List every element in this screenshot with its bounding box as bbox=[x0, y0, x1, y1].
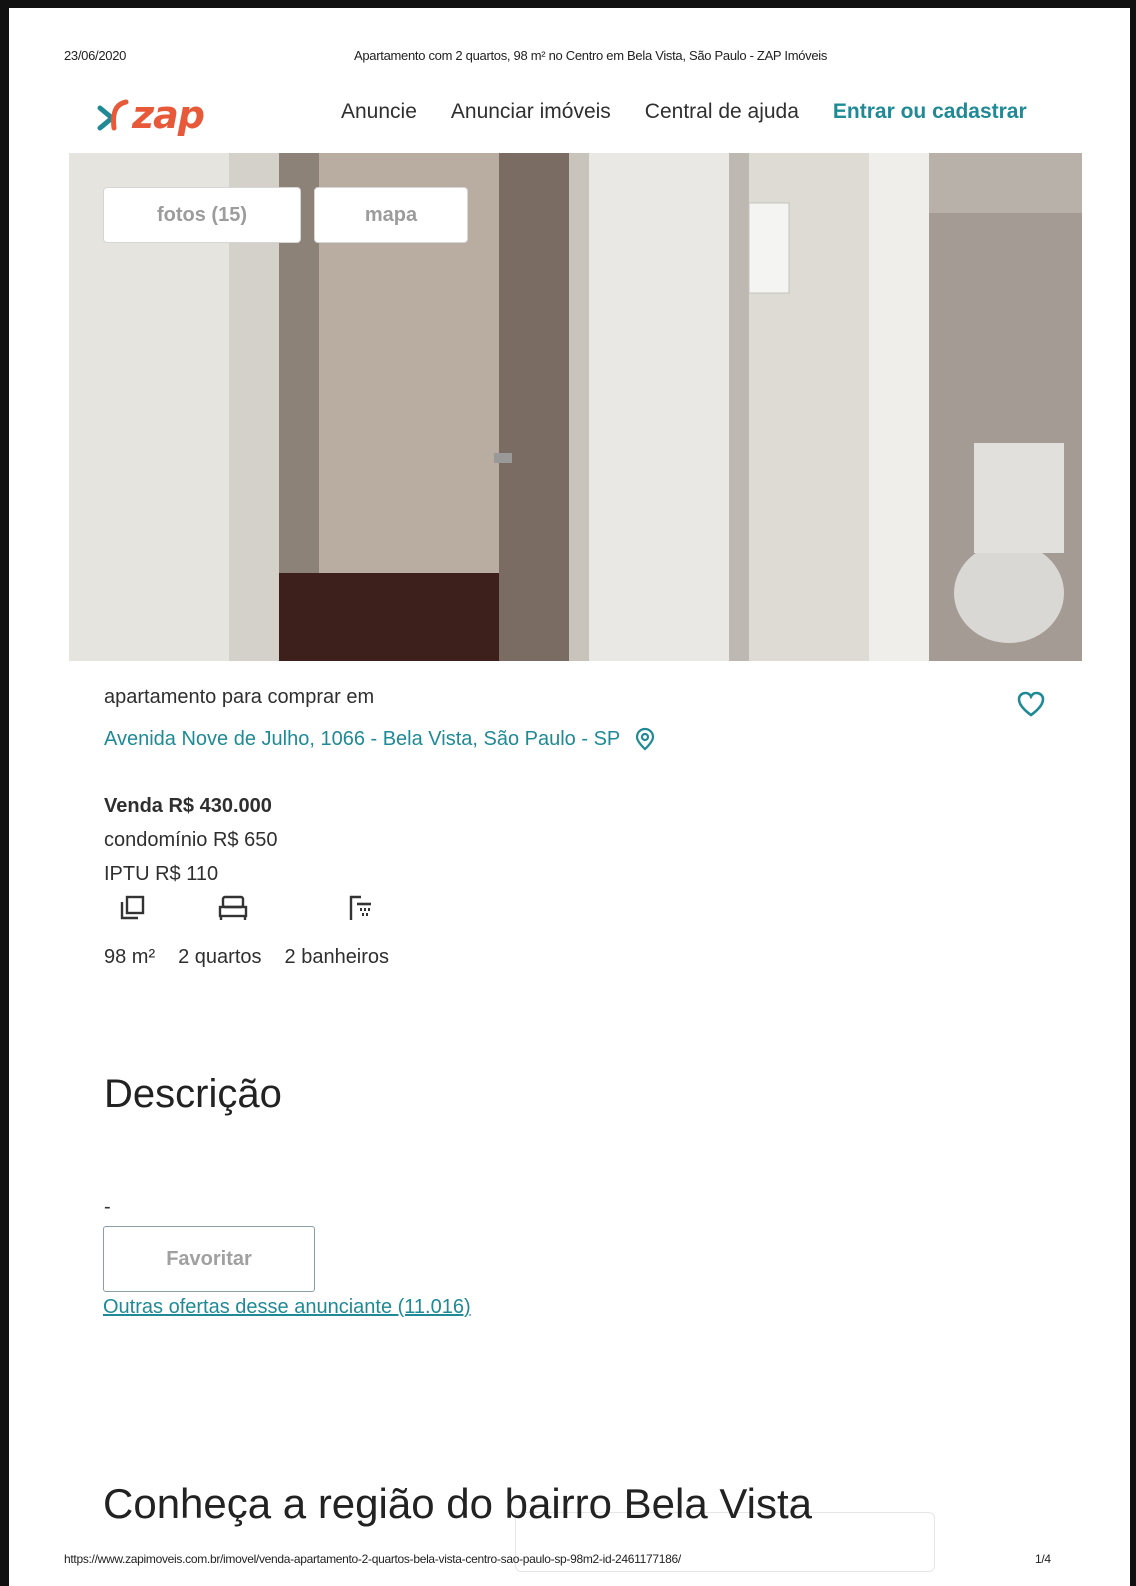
photos-button[interactable]: fotos (15) bbox=[103, 187, 301, 243]
login-link[interactable]: Entrar ou cadastrar bbox=[833, 100, 1027, 124]
photo-gallery[interactable]: fotos (15) mapa bbox=[69, 153, 1082, 661]
print-date: 23/06/2020 bbox=[64, 48, 127, 63]
print-title: Apartamento com 2 quartos, 98 m² no Cent… bbox=[354, 48, 828, 63]
main-nav: Anuncie Anunciar imóveis Central de ajud… bbox=[341, 100, 1027, 124]
map-button[interactable]: mapa bbox=[314, 187, 468, 243]
heart-icon[interactable] bbox=[1016, 690, 1046, 723]
print-url: https://www.zapimoveis.com.br/imovel/ven… bbox=[64, 1552, 681, 1566]
description-heading: Descrição bbox=[104, 1072, 282, 1116]
condo-fee: condomínio R$ 650 bbox=[104, 829, 278, 851]
logo-text: zap bbox=[132, 93, 205, 137]
price-block: Venda R$ 430.000 condomínio R$ 650 IPTU … bbox=[104, 794, 277, 896]
description-text: - bbox=[104, 1196, 111, 1218]
feature-values: 98 m² 2 quartos 2 banheiros bbox=[104, 946, 412, 969]
iptu-fee: IPTU R$ 110 bbox=[104, 863, 219, 885]
feature-area: 98 m² bbox=[104, 946, 156, 968]
zap-logo-icon bbox=[97, 99, 129, 131]
nav-anunciar-imoveis[interactable]: Anunciar imóveis bbox=[451, 100, 611, 124]
listing-address[interactable]: Avenida Nove de Julho, 1066 - Bela Vista… bbox=[104, 727, 656, 751]
zap-logo[interactable]: zap bbox=[96, 92, 205, 138]
address-text: Avenida Nove de Julho, 1066 - Bela Vista… bbox=[104, 727, 621, 750]
region-heading: Conheça a região do bairro Bela Vista bbox=[103, 1480, 813, 1527]
other-offers-link[interactable]: Outras ofertas desse anunciante (11.016) bbox=[103, 1296, 471, 1319]
feature-bedrooms: 2 quartos bbox=[178, 946, 262, 968]
area-icon bbox=[119, 894, 147, 927]
feature-bathrooms: 2 banheiros bbox=[284, 946, 390, 968]
sale-price: Venda R$ 430.000 bbox=[104, 795, 272, 817]
listing-kicker: apartamento para comprar em bbox=[104, 686, 375, 708]
nav-anuncie[interactable]: Anuncie bbox=[341, 100, 417, 124]
bed-icon bbox=[217, 894, 249, 927]
shower-icon bbox=[347, 894, 375, 927]
location-pin-icon[interactable] bbox=[634, 727, 656, 751]
print-page-number: 1/4 bbox=[1035, 1552, 1051, 1566]
favorite-button[interactable]: Favoritar bbox=[103, 1226, 315, 1292]
nav-central-de-ajuda[interactable]: Central de ajuda bbox=[645, 100, 799, 124]
